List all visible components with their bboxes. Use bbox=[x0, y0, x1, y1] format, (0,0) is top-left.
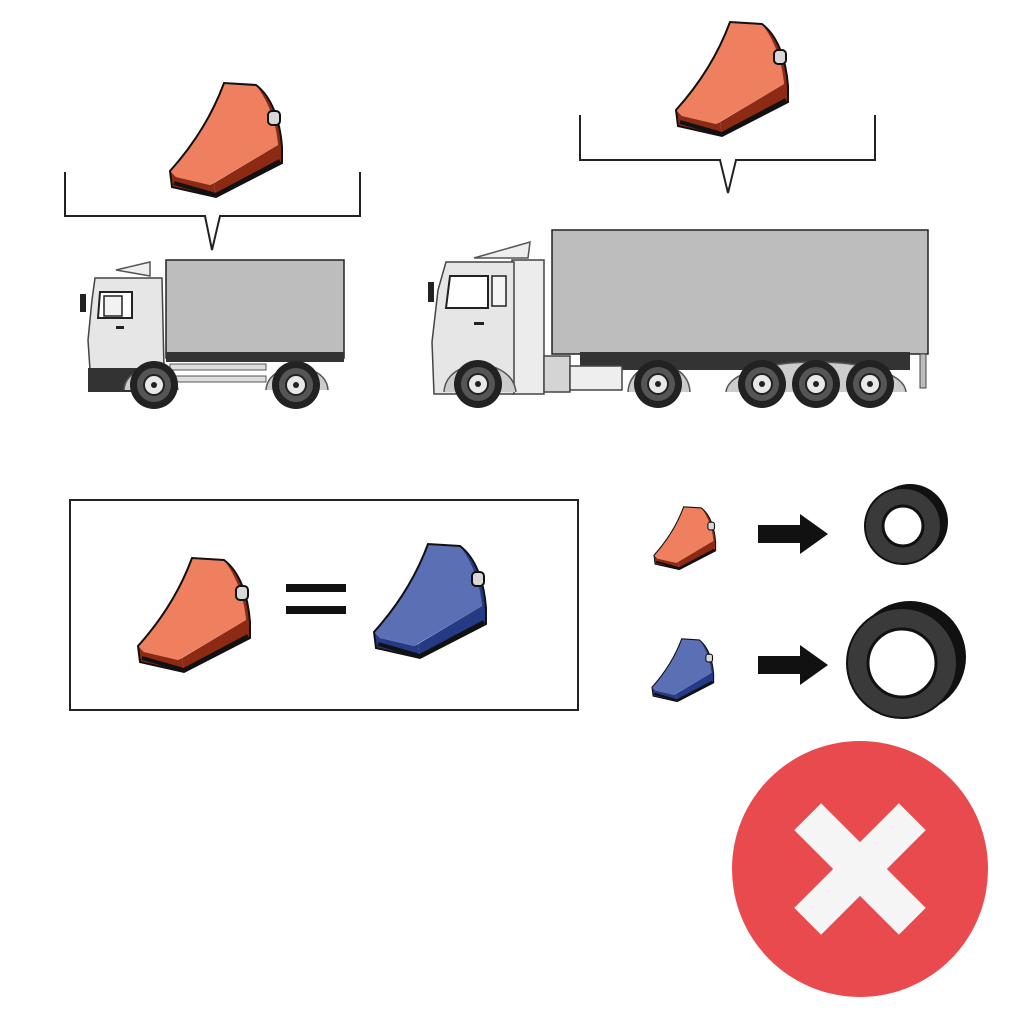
reject-badge bbox=[732, 741, 988, 997]
mapping-row-orange bbox=[653, 484, 948, 571]
mapping-row-blue bbox=[651, 601, 966, 719]
orange-chock bbox=[168, 81, 283, 199]
blue-chock bbox=[651, 638, 715, 703]
orange-chock bbox=[674, 20, 789, 138]
equivalence-panel bbox=[69, 499, 579, 711]
semi-trailer-truck bbox=[428, 229, 929, 409]
rigid-truck bbox=[80, 259, 345, 410]
scene-rigid-truck bbox=[64, 81, 361, 410]
callout-bracket bbox=[64, 172, 361, 251]
arrow-right-icon bbox=[758, 514, 828, 554]
large-tire-icon bbox=[846, 601, 966, 719]
diagram-canvas bbox=[64, 20, 988, 997]
scene-semi-trailer bbox=[428, 20, 929, 409]
orange-chock bbox=[653, 506, 717, 571]
arrow-right-icon bbox=[758, 645, 828, 685]
small-tire-icon bbox=[864, 484, 948, 565]
